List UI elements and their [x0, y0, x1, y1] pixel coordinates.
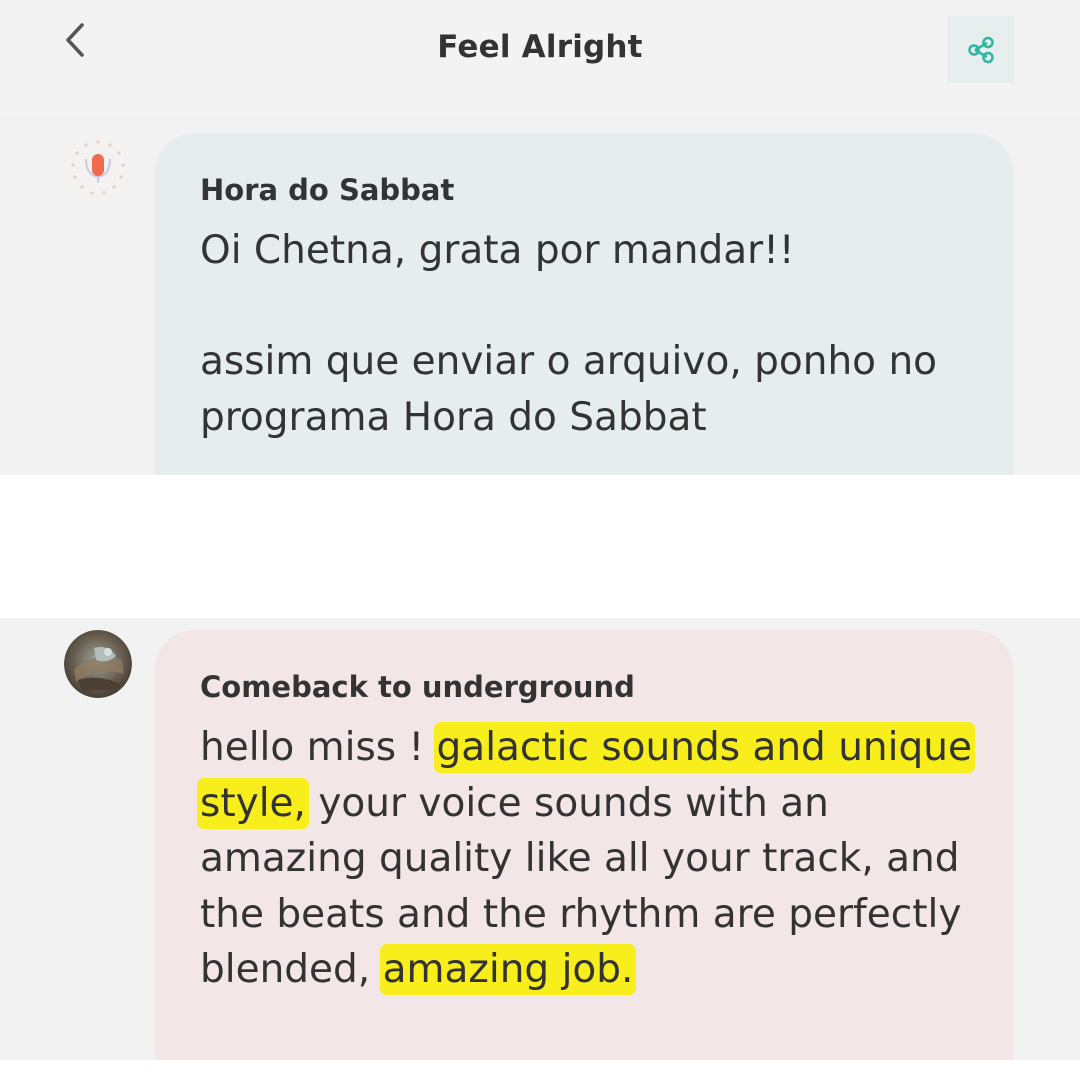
- message-item: Hora do Sabbat Oi Chetna, grata por mand…: [0, 115, 1080, 475]
- message-bubble: Hora do Sabbat Oi Chetna, grata por mand…: [155, 133, 1013, 475]
- highlighted-text: amazing job.: [382, 947, 634, 992]
- text-segment: hello miss !: [200, 725, 437, 770]
- message-text: Oi Chetna, grata por mandar!! assim que …: [200, 228, 938, 440]
- share-icon: [967, 36, 994, 63]
- message-text: hello miss ! galactic sounds and unique …: [200, 720, 990, 998]
- message-item: Comeback to underground hello miss ! gal…: [0, 618, 1080, 1060]
- avatar[interactable]: [64, 135, 132, 203]
- message-bubble: Comeback to underground hello miss ! gal…: [155, 630, 1013, 1060]
- page-title: Feel Alright: [437, 29, 643, 65]
- sender-name: Comeback to underground: [200, 670, 635, 704]
- top-bar: Feel Alright: [0, 0, 1080, 115]
- sender-name: Hora do Sabbat: [200, 173, 455, 207]
- microphone-logo-icon: [64, 135, 132, 203]
- avatar[interactable]: [64, 630, 132, 698]
- user-photo-icon: [64, 630, 132, 698]
- share-button[interactable]: [947, 16, 1014, 83]
